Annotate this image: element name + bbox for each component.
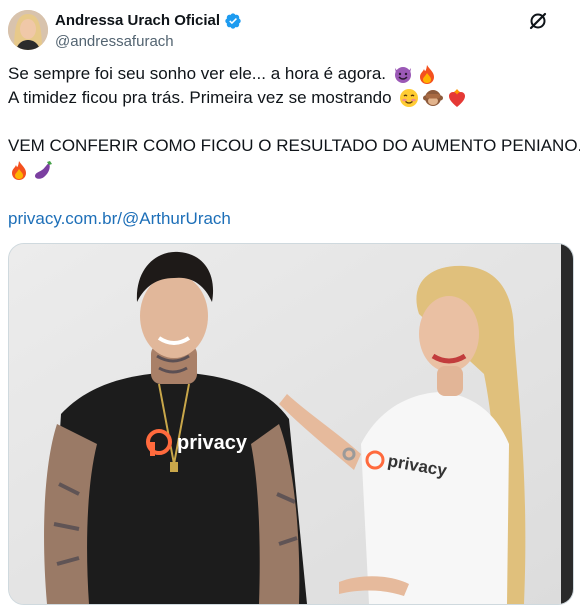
verified-badge-icon [224,12,242,30]
tweet-line-1: Se sempre foi seu sonho ver ele... a hor… [8,62,568,86]
tweet-text-line3: VEM CONFERIR COMO FICOU O RESULTADO DO A… [8,136,580,155]
smiling-devil-emoji [392,63,414,85]
tweet-media-image[interactable]: privacy privacy [8,243,574,605]
fire-emoji [416,63,438,85]
avatar[interactable] [8,10,48,50]
tweet-link[interactable]: privacy.com.br/@ArthurUrach [8,207,231,231]
tweet-line-3: VEM CONFERIR COMO FICOU O RESULTADO DO A… [8,134,580,158]
tweet-text-line2: A timidez ficou pra trás. Primeira vez s… [8,88,392,107]
author-display-name[interactable]: Andressa Urach Oficial [55,11,220,31]
shirt-brand-left: privacy [177,432,248,454]
author-handle[interactable]: @andressafurach [55,32,242,52]
tweet-text-line1: Se sempre foi seu sonho ver ele... a hor… [8,64,387,83]
tweet-text: Se sempre foi seu sonho ver ele... a hor… [8,62,580,182]
tweet-header: Andressa Urach Oficial @andressafurach [8,8,572,52]
see-no-evil-monkey-emoji [422,87,444,109]
tweet-line-4 [8,158,568,182]
heart-on-fire-emoji [446,87,468,109]
smiling-blush-emoji [398,87,420,109]
tweet-line-2: A timidez ficou pra trás. Primeira vez s… [8,86,568,110]
grok-slash-icon[interactable] [528,11,548,31]
eggplant-emoji [32,159,54,181]
fire-emoji [8,159,30,181]
